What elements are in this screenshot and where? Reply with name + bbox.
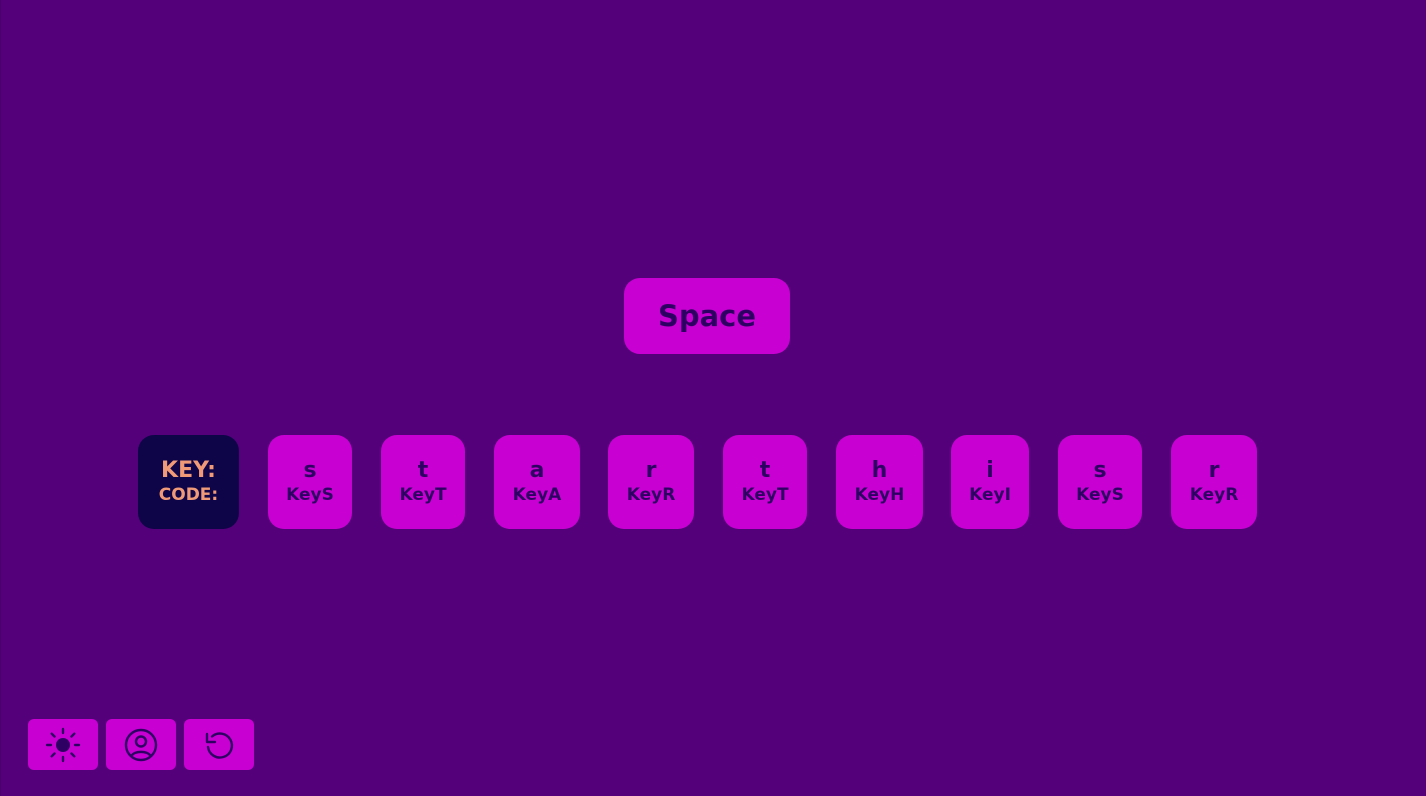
history-code: KeyT [399, 485, 447, 505]
app-root: Space KEY: CODE: s KeyS t KeyT a KeyA r … [0, 0, 1426, 796]
history-tile: h KeyH [836, 435, 923, 529]
history-code: KeyS [1076, 485, 1124, 505]
history-code: KeyI [969, 485, 1011, 505]
history-key: i [986, 458, 994, 483]
history-tile: r KeyR [608, 435, 694, 529]
history-code: KeyA [512, 485, 562, 505]
history-tile: r KeyR [1171, 435, 1257, 529]
history-key: r [645, 458, 657, 483]
history-code: KeyR [1189, 485, 1239, 505]
history-key: r [1208, 458, 1220, 483]
history-tile: i KeyI [951, 435, 1029, 529]
key-history-row: KEY: CODE: s KeyS t KeyT a KeyA r KeyR t… [1, 435, 1426, 529]
history-key: s [303, 458, 317, 483]
history-key: h [871, 458, 888, 483]
theme-toggle-button[interactable] [28, 719, 98, 770]
history-code: KeyR [626, 485, 676, 505]
history-key: s [1093, 458, 1107, 483]
history-tile: t KeyT [723, 435, 807, 529]
user-circle-icon [124, 728, 158, 761]
history-code: KeyS [286, 485, 334, 505]
history-code: KeyH [854, 485, 905, 505]
legend-key-label: KEY: [161, 458, 216, 483]
legend-code-label: CODE: [158, 485, 219, 505]
history-code: KeyT [741, 485, 789, 505]
history-tile: a KeyA [494, 435, 580, 529]
current-key-display: Space [624, 278, 790, 354]
history-tile: s KeyS [1058, 435, 1142, 529]
history-key: a [529, 458, 545, 483]
rotate-ccw-icon [205, 731, 234, 759]
reset-button[interactable] [184, 719, 254, 770]
profile-button[interactable] [106, 719, 176, 770]
current-key-label: Space [657, 299, 757, 333]
history-tile: t KeyT [381, 435, 465, 529]
history-key: t [759, 458, 771, 483]
legend-tile: KEY: CODE: [138, 435, 239, 529]
history-tile: s KeyS [268, 435, 352, 529]
history-key: t [417, 458, 429, 483]
sun-icon [45, 727, 81, 762]
